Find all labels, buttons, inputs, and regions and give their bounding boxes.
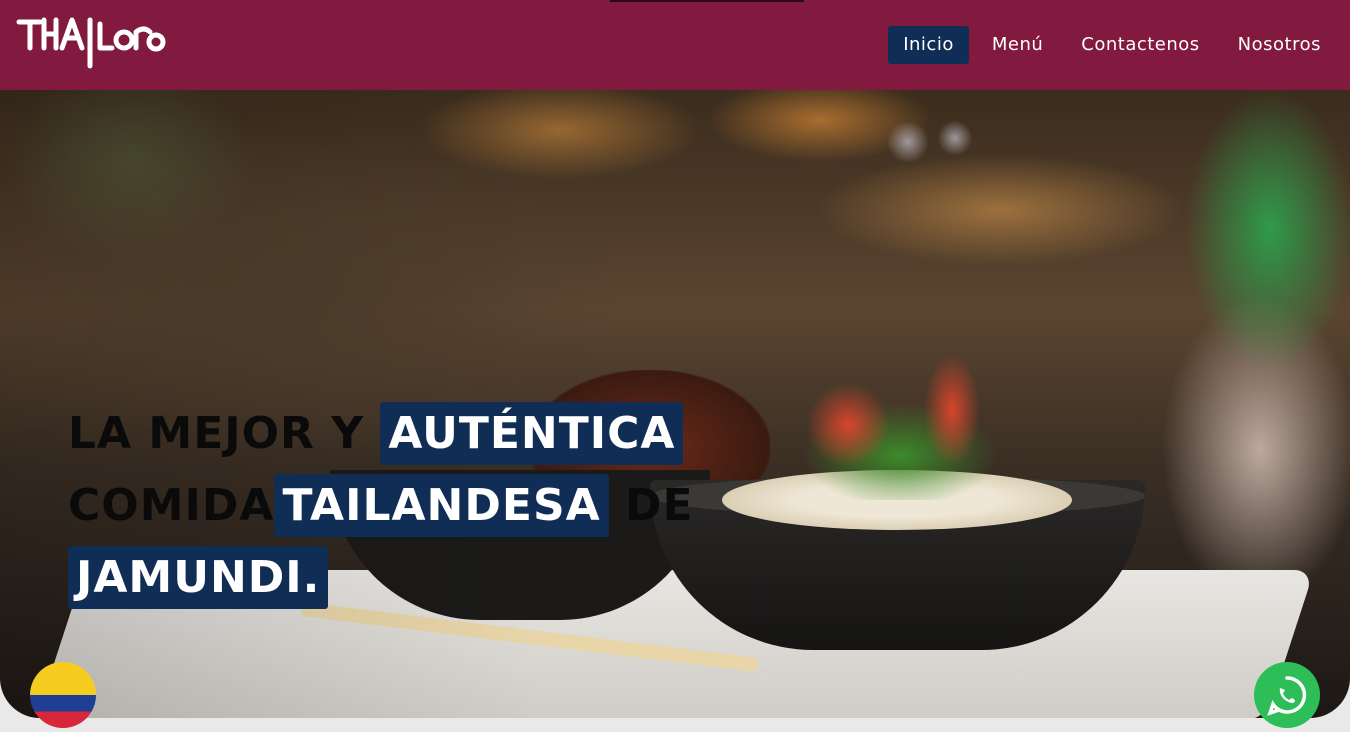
nav-menu[interactable]: Menú	[977, 26, 1058, 64]
headline-line-3: JAMUNDI.	[68, 542, 708, 614]
colombia-flag-icon[interactable]	[30, 662, 96, 728]
hero-headline: LA MEJOR Y AUTÉNTICA COMIDA TAILANDESA DE…	[68, 398, 708, 614]
nav-inicio[interactable]: Inicio	[888, 26, 969, 64]
main-nav: Inicio Menú Contactenos Nosotros	[888, 26, 1336, 64]
whatsapp-glyph-icon	[1267, 676, 1307, 716]
header: Inicio Menú Contactenos Nosotros	[0, 0, 1350, 90]
brand-logo[interactable]	[16, 14, 166, 72]
whatsapp-icon[interactable]	[1254, 662, 1320, 728]
headline-highlight: TAILANDESA	[274, 474, 609, 537]
headline-highlight: AUTÉNTICA	[380, 402, 684, 465]
headline-highlight: JAMUNDI.	[68, 546, 329, 609]
logo-icon	[16, 17, 166, 69]
headline-text: COMIDA	[68, 480, 275, 531]
nav-nosotros[interactable]: Nosotros	[1223, 26, 1336, 64]
headline-text: DE	[625, 480, 694, 531]
headline-text: LA MEJOR Y	[68, 408, 365, 459]
headline-line-1: LA MEJOR Y AUTÉNTICA	[68, 398, 708, 470]
nav-contactenos[interactable]: Contactenos	[1066, 26, 1214, 64]
loading-bar	[610, 0, 804, 2]
headline-line-2: COMIDA TAILANDESA DE	[68, 470, 708, 542]
